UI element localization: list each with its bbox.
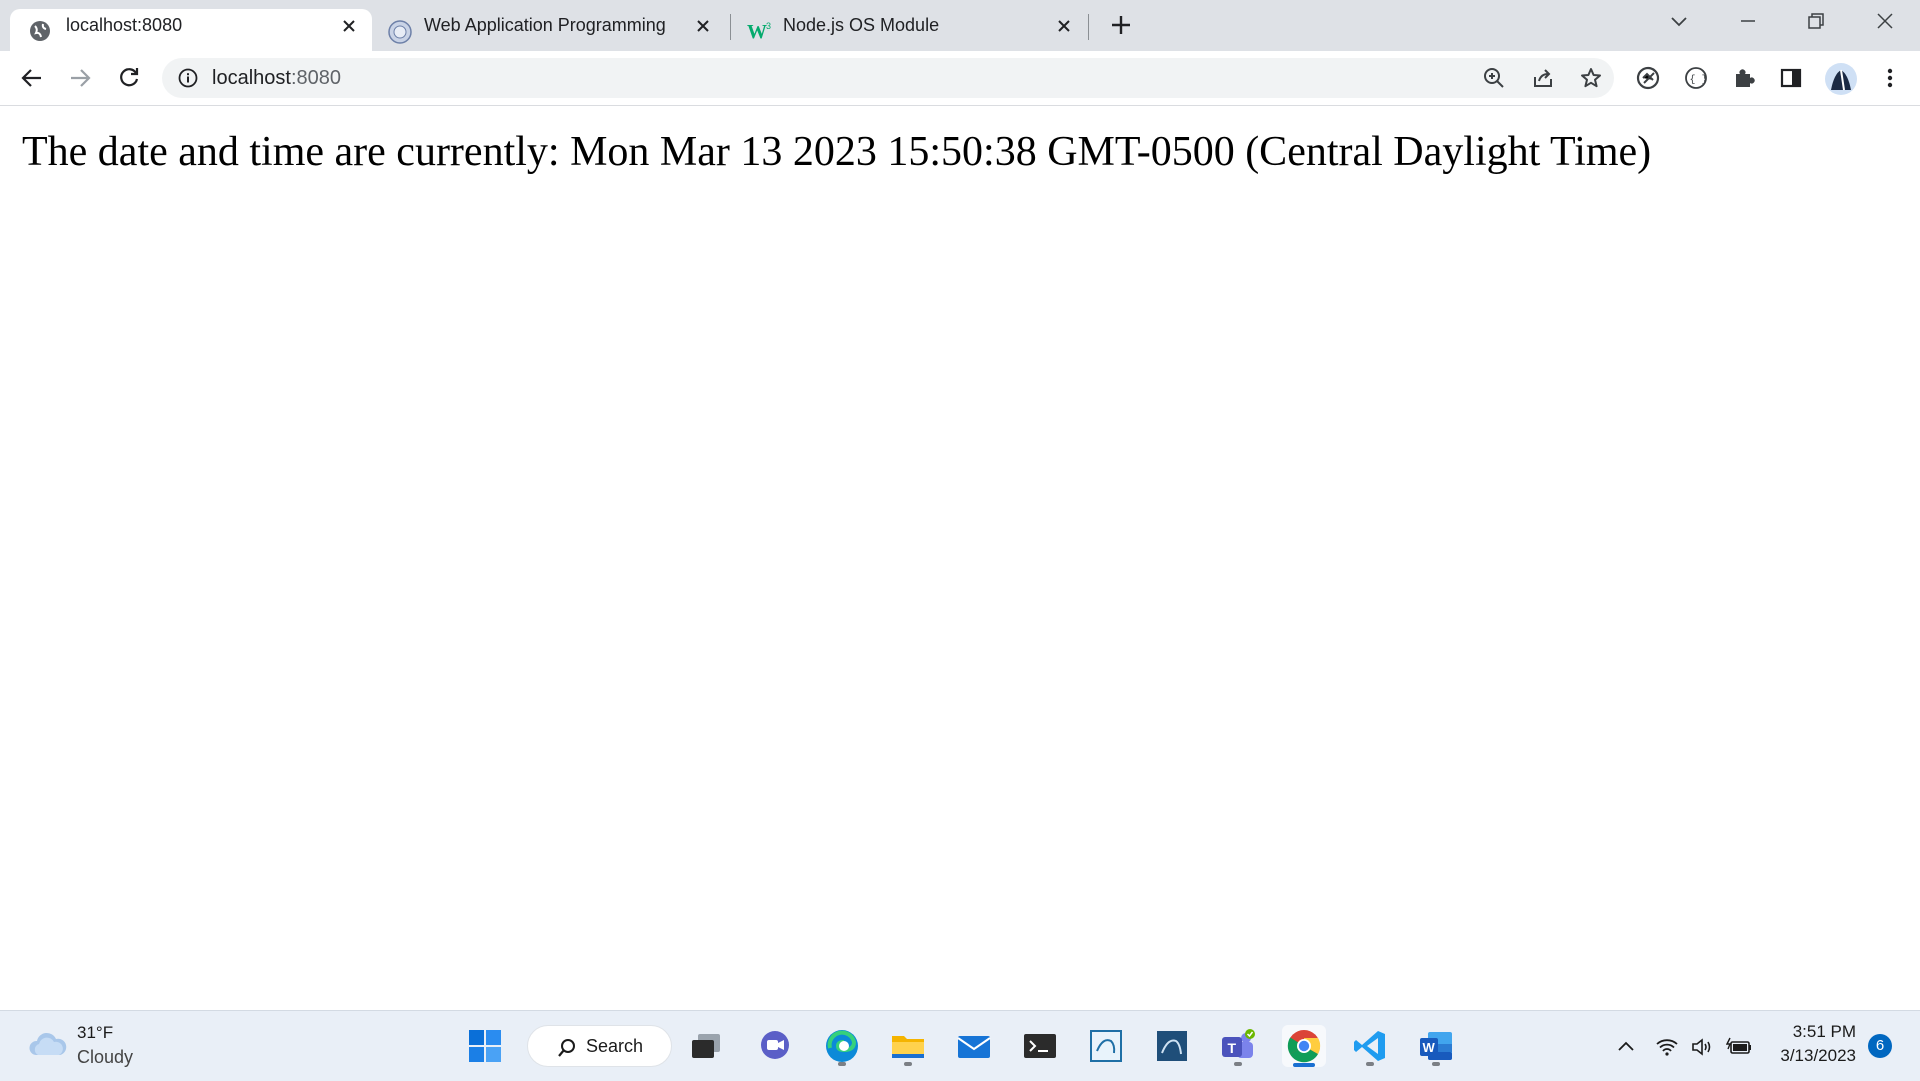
bookmark-star-icon[interactable] [1579, 66, 1603, 90]
tab-strip: localhost:8080 Web Application Programmi… [0, 0, 1920, 51]
running-indicator [1234, 1062, 1242, 1066]
close-icon[interactable] [694, 17, 712, 35]
chevron-up-icon[interactable] [1614, 1035, 1638, 1059]
svg-text:T: T [1228, 1040, 1237, 1056]
chat-icon [761, 1031, 789, 1059]
edge-app[interactable] [820, 1025, 864, 1067]
tab-web-application-programming[interactable]: Web Application Programming [372, 9, 730, 51]
active-indicator [1293, 1063, 1315, 1067]
vscode-app[interactable] [1348, 1025, 1392, 1067]
svg-text:3: 3 [766, 21, 771, 31]
avatar[interactable] [1824, 62, 1858, 96]
side-panel-icon[interactable] [1778, 65, 1804, 91]
restore-icon[interactable] [1805, 10, 1827, 32]
word-icon: W [1420, 1032, 1452, 1060]
address-url[interactable]: localhost:8080 [212, 58, 341, 98]
vscode-icon [1354, 1031, 1385, 1061]
url-port: :8080 [290, 67, 341, 89]
globe-icon [29, 20, 51, 42]
tab-title: Web Application Programming [424, 15, 666, 35]
terminal-app[interactable] [1018, 1025, 1062, 1067]
close-icon[interactable] [340, 17, 358, 35]
teams-app[interactable]: T [1216, 1025, 1260, 1067]
tab-separator [1088, 14, 1089, 40]
word-app[interactable]: W [1414, 1025, 1458, 1067]
forward-arrow-icon[interactable] [67, 65, 93, 91]
close-icon[interactable] [1055, 17, 1073, 35]
tab-title: localhost:8080 [66, 15, 183, 35]
svg-text:{ }: { } [1690, 74, 1708, 86]
start-button[interactable] [463, 1025, 507, 1067]
battery-icon[interactable] [1726, 1035, 1751, 1059]
running-indicator [1432, 1062, 1440, 1066]
terminal-icon [1024, 1034, 1056, 1058]
back-arrow-icon[interactable] [19, 65, 45, 91]
windows-taskbar: 31°F Cloudy Search T W 3:51 PM 3/13/2023… [0, 1010, 1920, 1081]
mysql-workbench-app[interactable] [1150, 1025, 1194, 1067]
tab-localhost[interactable]: localhost:8080 [10, 9, 372, 51]
running-indicator [838, 1062, 846, 1066]
volume-icon[interactable] [1690, 1035, 1714, 1059]
minimize-icon[interactable] [1737, 10, 1759, 32]
extension-sync-icon[interactable] [1635, 65, 1661, 91]
url-host: localhost [212, 67, 291, 89]
tab-search-chevron-icon[interactable] [1668, 10, 1690, 32]
mysql-installer-icon [1090, 1030, 1122, 1062]
extension-code-icon[interactable]: { } [1683, 65, 1709, 91]
running-indicator [1366, 1062, 1374, 1066]
notification-badge[interactable]: 6 [1868, 1034, 1892, 1058]
cloud-icon [28, 1029, 68, 1059]
puzzle-extensions-icon[interactable] [1731, 65, 1757, 91]
page-body-text: The date and time are currently: Mon Mar… [22, 129, 1652, 175]
weather-condition: Cloudy [77, 1047, 134, 1067]
mysql-installer-app[interactable] [1084, 1025, 1128, 1067]
chrome-app[interactable] [1282, 1025, 1326, 1067]
task-view-icon [692, 1034, 720, 1058]
taskbar-search[interactable]: Search [527, 1025, 672, 1067]
tab-title: Node.js OS Module [783, 15, 940, 35]
chat-app[interactable] [753, 1025, 797, 1067]
edge-icon [826, 1030, 858, 1062]
mail-app[interactable] [952, 1025, 996, 1067]
search-icon [558, 1039, 575, 1057]
w3schools-icon: W3 [747, 20, 771, 42]
share-icon[interactable] [1531, 66, 1555, 90]
browser-toolbar: localhost:8080 { } [0, 51, 1920, 106]
reload-icon[interactable] [116, 65, 142, 91]
clock-time: 3:51 PM [1792, 1022, 1856, 1041]
clock-date: 3/13/2023 [1780, 1046, 1856, 1065]
file-explorer-app[interactable] [886, 1025, 930, 1067]
more-menu-icon[interactable] [1877, 65, 1903, 91]
close-window-icon[interactable] [1874, 10, 1896, 32]
zoom-icon[interactable] [1482, 66, 1506, 90]
address-bar[interactable]: localhost:8080 [162, 58, 1614, 98]
running-indicator [904, 1062, 912, 1066]
site-info-icon[interactable] [178, 68, 198, 88]
university-seal-icon [388, 20, 412, 44]
task-view-button[interactable] [684, 1025, 728, 1067]
windows-logo-icon [469, 1030, 501, 1062]
wifi-icon[interactable] [1655, 1035, 1679, 1059]
mail-icon [957, 1036, 991, 1058]
teams-icon: T [1222, 1029, 1255, 1058]
mysql-workbench-icon [1157, 1031, 1187, 1061]
tab-nodejs-os-module[interactable]: W3 Node.js OS Module [731, 9, 1087, 51]
folder-icon [892, 1036, 924, 1058]
svg-text:W: W [1423, 1040, 1436, 1055]
weather-temp: 31°F [77, 1023, 114, 1042]
new-tab-icon[interactable] [1108, 12, 1134, 38]
chrome-icon [1287, 1030, 1321, 1063]
svg-text:W: W [747, 21, 767, 42]
search-label: Search [586, 1036, 644, 1056]
